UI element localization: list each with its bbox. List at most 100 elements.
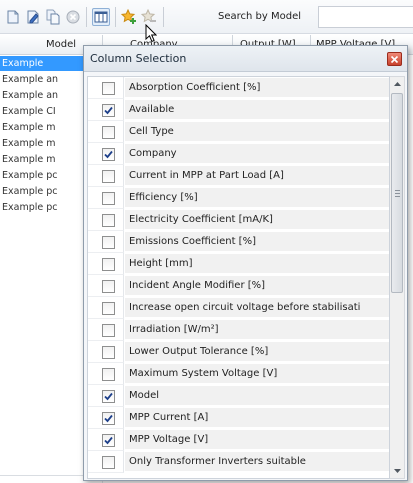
checkbox-cell bbox=[88, 231, 124, 253]
edit-icon[interactable] bbox=[24, 8, 42, 26]
column-option-row[interactable]: Absorption Coefficient [%] bbox=[88, 77, 389, 99]
column-option-row[interactable]: Incident Angle Modifier [%] bbox=[88, 275, 389, 297]
checkbox-cell bbox=[88, 385, 124, 407]
scroll-up-arrow-icon[interactable] bbox=[390, 77, 404, 91]
column-checkbox[interactable] bbox=[102, 434, 115, 447]
column-option-label: Irradiation [W/m²] bbox=[125, 320, 389, 340]
column-option-label: MPP Current [A] bbox=[125, 408, 389, 428]
column-checkbox[interactable] bbox=[102, 456, 115, 469]
delete-icon[interactable] bbox=[64, 8, 82, 26]
toolbar-separator bbox=[163, 7, 164, 27]
add-favorite-icon[interactable] bbox=[120, 8, 138, 26]
column-option-label: Lower Output Tolerance [%] bbox=[125, 342, 389, 362]
column-checkbox[interactable] bbox=[102, 302, 115, 315]
close-icon bbox=[390, 55, 399, 63]
copy-icon[interactable] bbox=[44, 8, 62, 26]
column-option-label: Company bbox=[125, 144, 389, 164]
toolbar: Search by Model bbox=[0, 0, 413, 34]
close-button[interactable] bbox=[387, 52, 402, 66]
column-option-label: Cell Type bbox=[125, 122, 389, 142]
column-checkbox[interactable] bbox=[102, 148, 115, 161]
column-checkbox[interactable] bbox=[102, 104, 115, 117]
column-option-label: Electricity Coefficient [mA/K] bbox=[125, 210, 389, 230]
column-option-label: Maximum System Voltage [V] bbox=[125, 364, 389, 384]
column-option-label: MPP Voltage [V] bbox=[125, 430, 389, 450]
column-list: Absorption Coefficient [%] Available Cell … bbox=[87, 76, 390, 479]
checkbox-cell bbox=[88, 341, 124, 363]
checkmark-icon bbox=[104, 392, 113, 401]
column-checkbox[interactable] bbox=[102, 82, 115, 95]
checkbox-cell bbox=[88, 407, 124, 429]
checkbox-cell bbox=[88, 143, 124, 165]
column-option-row[interactable]: Efficiency [%] bbox=[88, 187, 389, 209]
column-option-row[interactable]: Available bbox=[88, 99, 389, 121]
scrollbar-grip-icon bbox=[395, 190, 400, 197]
checkmark-icon bbox=[104, 106, 113, 115]
column-selection-dialog: Column Selection Absorption Coefficient … bbox=[83, 45, 408, 481]
column-option-label: Efficiency [%] bbox=[125, 188, 389, 208]
dialog-title: Column Selection bbox=[90, 52, 187, 65]
column-checkbox[interactable] bbox=[102, 126, 115, 139]
column-option-row[interactable]: MPP Voltage [V] bbox=[88, 429, 389, 451]
column-option-row[interactable]: MPP Current [A] bbox=[88, 407, 389, 429]
column-checkbox[interactable] bbox=[102, 346, 115, 359]
column-selection-icon[interactable] bbox=[92, 8, 110, 26]
checkbox-cell bbox=[88, 451, 124, 473]
column-option-label: Absorption Coefficient [%] bbox=[125, 78, 389, 98]
column-option-label: Emissions Coefficient [%] bbox=[125, 232, 389, 252]
column-checkbox[interactable] bbox=[102, 368, 115, 381]
column-checkbox[interactable] bbox=[102, 192, 115, 205]
column-checkbox[interactable] bbox=[102, 390, 115, 403]
search-input[interactable] bbox=[318, 6, 413, 28]
checkbox-cell bbox=[88, 121, 124, 143]
column-checkbox[interactable] bbox=[102, 324, 115, 337]
toolbar-separator bbox=[86, 7, 87, 27]
toolbar-separator bbox=[115, 7, 116, 27]
checkbox-cell bbox=[88, 319, 124, 341]
column-option-row[interactable]: Lower Output Tolerance [%] bbox=[88, 341, 389, 363]
column-checkbox[interactable] bbox=[102, 214, 115, 227]
column-option-label: Increase open circuit voltage before sta… bbox=[125, 298, 389, 318]
column-option-row[interactable]: Emissions Coefficient [%] bbox=[88, 231, 389, 253]
column-checkbox[interactable] bbox=[102, 236, 115, 249]
column-option-row[interactable]: Maximum System Voltage [V] bbox=[88, 363, 389, 385]
dialog-title-bar[interactable]: Column Selection bbox=[84, 46, 407, 72]
column-option-row[interactable]: Height [mm] bbox=[88, 253, 389, 275]
scroll-down-arrow-icon[interactable] bbox=[390, 464, 404, 478]
column-checkbox[interactable] bbox=[102, 412, 115, 425]
checkmark-icon bbox=[104, 436, 113, 445]
checkbox-cell bbox=[88, 77, 124, 99]
mouse-cursor-icon bbox=[145, 24, 157, 43]
column-option-row[interactable]: Increase open circuit voltage before sta… bbox=[88, 297, 389, 319]
column-option-label: Current in MPP at Part Load [A] bbox=[125, 166, 389, 186]
column-option-label: Available bbox=[125, 100, 389, 120]
column-checkbox[interactable] bbox=[102, 258, 115, 271]
column-option-row[interactable]: Company bbox=[88, 143, 389, 165]
column-option-row[interactable]: Model bbox=[88, 385, 389, 407]
checkbox-cell bbox=[88, 187, 124, 209]
column-option-label: Incident Angle Modifier [%] bbox=[125, 276, 389, 296]
column-option-row[interactable]: Irradiation [W/m²] bbox=[88, 319, 389, 341]
checkbox-cell bbox=[88, 253, 124, 275]
column-option-label: Only Transformer Inverters suitable bbox=[125, 452, 389, 472]
checkbox-cell bbox=[88, 297, 124, 319]
checkbox-cell bbox=[88, 209, 124, 231]
column-option-row[interactable]: Cell Type bbox=[88, 121, 389, 143]
checkbox-cell bbox=[88, 99, 124, 121]
checkmark-icon bbox=[104, 150, 113, 159]
checkbox-cell bbox=[88, 363, 124, 385]
column-option-label: Model bbox=[125, 386, 389, 406]
checkmark-icon bbox=[104, 414, 113, 423]
new-icon[interactable] bbox=[4, 8, 22, 26]
column-option-label: Height [mm] bbox=[125, 254, 389, 274]
column-checkbox[interactable] bbox=[102, 280, 115, 293]
column-checkbox[interactable] bbox=[102, 170, 115, 183]
search-label: Search by Model bbox=[218, 11, 302, 22]
column-option-row[interactable]: Current in MPP at Part Load [A] bbox=[88, 165, 389, 187]
column-option-row[interactable]: Only Transformer Inverters suitable bbox=[88, 451, 389, 473]
column-header-model[interactable]: Model bbox=[46, 39, 76, 50]
column-option-row[interactable]: Electricity Coefficient [mA/K] bbox=[88, 209, 389, 231]
scrollbar[interactable] bbox=[390, 76, 405, 479]
checkbox-cell bbox=[88, 165, 124, 187]
scrollbar-thumb[interactable] bbox=[391, 93, 403, 293]
